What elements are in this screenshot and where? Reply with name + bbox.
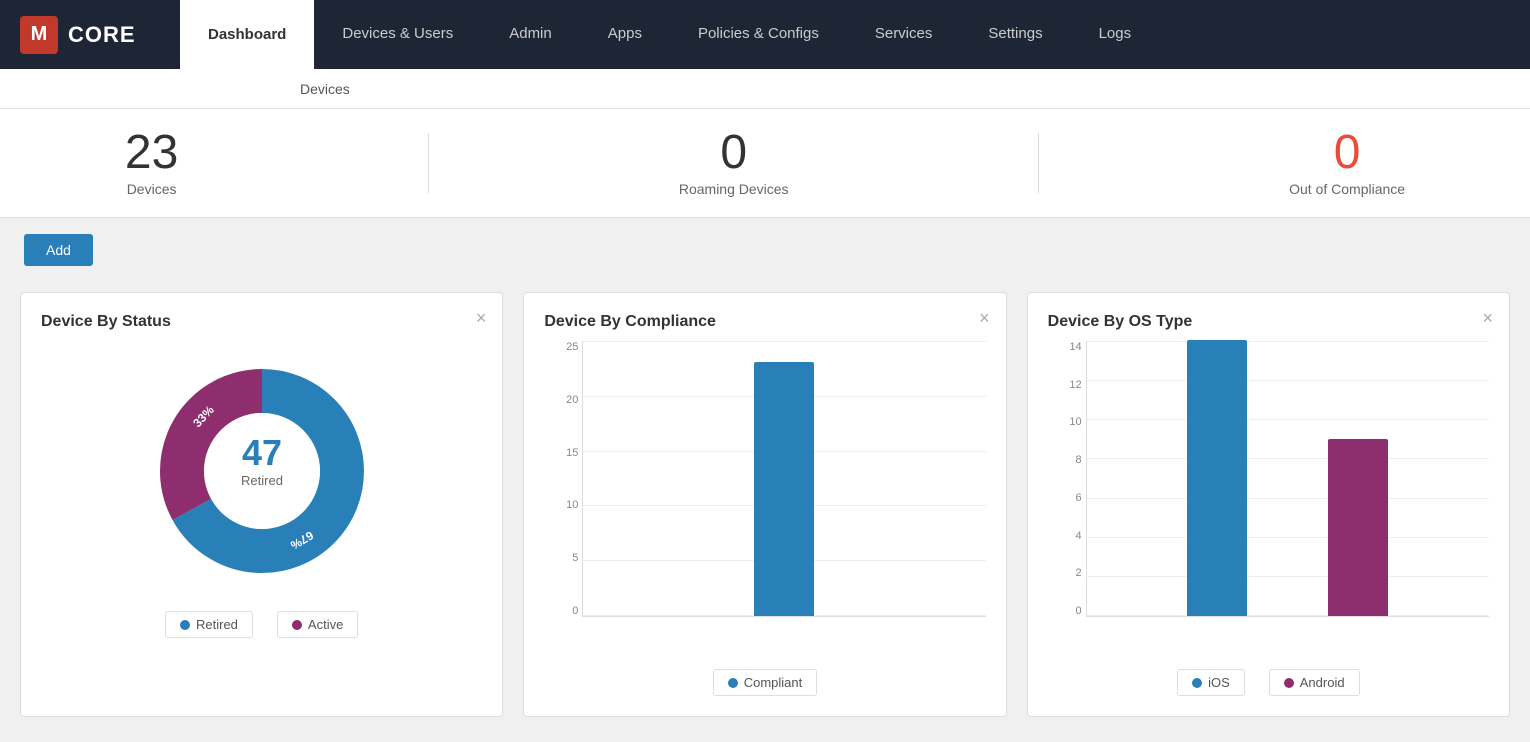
bar-android-rect: [1328, 439, 1388, 616]
stats-bar: 23 Devices 0 Roaming Devices 0 Out of Co…: [0, 109, 1530, 218]
bar-compliant-rect: [754, 362, 814, 616]
nav-item-logs[interactable]: Logs: [1071, 0, 1160, 69]
card2-title: Device By Compliance: [544, 313, 716, 330]
donut-chart: 67% 33% 47 Retired: [142, 351, 382, 591]
legend-retired: Retired: [165, 611, 253, 638]
os-bar-chart: 0 2 4 6 8 10 12 14: [1048, 341, 1489, 641]
os-y-14: 14: [1069, 341, 1081, 353]
sub-navigation: Devices: [0, 69, 1530, 109]
os-y-2: 2: [1076, 567, 1082, 579]
stat-roaming: 0 Roaming Devices: [679, 129, 789, 197]
card3-close-button[interactable]: ×: [1482, 309, 1493, 327]
legend-android-dot: [1284, 678, 1294, 688]
y-label-25: 25: [566, 341, 578, 353]
card2-close-button[interactable]: ×: [979, 309, 990, 327]
bar-ios-rect: [1187, 340, 1247, 616]
bar-android: [1328, 439, 1388, 616]
stat-compliance: 0 Out of Compliance: [1289, 129, 1405, 197]
nav-item-devices-users[interactable]: Devices & Users: [314, 0, 481, 69]
os-y-8: 8: [1076, 454, 1082, 466]
stat-compliance-value: 0: [1289, 129, 1405, 177]
os-yaxis: 0 2 4 6 8 10 12 14: [1048, 341, 1082, 617]
nav-items: Dashboard Devices & Users Admin Apps Pol…: [180, 0, 1159, 69]
stat-roaming-value: 0: [679, 129, 789, 177]
legend-android-label: Android: [1300, 675, 1345, 690]
legend-ios: iOS: [1177, 669, 1245, 696]
card1-close-button[interactable]: ×: [476, 309, 487, 327]
stat-devices: 23 Devices: [125, 129, 178, 197]
stat-compliance-label: Out of Compliance: [1289, 181, 1405, 197]
logo-icon: M: [20, 16, 58, 54]
card-device-by-os: Device By OS Type × 0 2 4 6 8 10 12 14: [1027, 292, 1510, 717]
y-label-20: 20: [566, 394, 578, 406]
legend-compliant-label: Compliant: [744, 675, 803, 690]
nav-item-dashboard[interactable]: Dashboard: [180, 0, 314, 69]
stat-divider-2: [1038, 133, 1039, 193]
compliance-chart-inner: [582, 341, 985, 617]
stat-divider-1: [428, 133, 429, 193]
card3-title: Device By OS Type: [1048, 313, 1193, 330]
compliance-bar-chart: 0 5 10 15 20 25: [544, 341, 985, 641]
stat-roaming-label: Roaming Devices: [679, 181, 789, 197]
nav-item-services[interactable]: Services: [847, 0, 961, 69]
card-device-by-compliance: Device By Compliance × 0 5 10 15 20 25: [523, 292, 1006, 717]
nav-item-policies-configs[interactable]: Policies & Configs: [670, 0, 847, 69]
logo: M CORE: [0, 0, 180, 69]
donut-chart-container: 67% 33% 47 Retired: [41, 351, 482, 591]
legend-active-dot: [292, 620, 302, 630]
card3-legend: iOS Android: [1048, 669, 1489, 696]
nav-item-apps[interactable]: Apps: [580, 0, 670, 69]
card-device-by-status: Device By Status × 67% 33% 47 Retired: [20, 292, 503, 717]
y-label-15: 15: [566, 447, 578, 459]
os-y-10: 10: [1069, 416, 1081, 428]
os-y-0: 0: [1076, 605, 1082, 617]
legend-ios-label: iOS: [1208, 675, 1230, 690]
bar-ios: [1187, 340, 1247, 616]
subnav-item-devices[interactable]: Devices: [280, 69, 370, 108]
dashboard-grid: Device By Status × 67% 33% 47 Retired: [0, 282, 1530, 737]
legend-compliant-dot: [728, 678, 738, 688]
legend-retired-label: Retired: [196, 617, 238, 632]
legend-active-label: Active: [308, 617, 343, 632]
nav-item-settings[interactable]: Settings: [960, 0, 1070, 69]
os-chart-inner: [1086, 341, 1489, 617]
legend-retired-dot: [180, 620, 190, 630]
nav-item-admin[interactable]: Admin: [481, 0, 580, 69]
card1-title: Device By Status: [41, 313, 171, 330]
y-label-0: 0: [572, 605, 578, 617]
os-y-4: 4: [1076, 530, 1082, 542]
logo-text: CORE: [68, 22, 136, 48]
compliance-yaxis: 0 5 10 15 20 25: [544, 341, 578, 617]
add-button[interactable]: Add: [24, 234, 93, 266]
stat-devices-label: Devices: [125, 181, 178, 197]
y-label-10: 10: [566, 499, 578, 511]
top-navigation: M CORE Dashboard Devices & Users Admin A…: [0, 0, 1530, 69]
os-y-6: 6: [1076, 492, 1082, 504]
bar-compliant: [754, 362, 814, 616]
card2-legend: Compliant: [544, 669, 985, 696]
stat-devices-value: 23: [125, 129, 178, 177]
svg-text:47: 47: [242, 432, 282, 473]
os-y-12: 12: [1069, 379, 1081, 391]
legend-compliant: Compliant: [713, 669, 818, 696]
y-label-5: 5: [572, 552, 578, 564]
legend-active: Active: [277, 611, 358, 638]
toolbar: Add: [0, 218, 1530, 282]
legend-ios-dot: [1192, 678, 1202, 688]
legend-android: Android: [1269, 669, 1360, 696]
card1-legend: Retired Active: [41, 611, 482, 638]
svg-text:Retired: Retired: [241, 473, 283, 488]
